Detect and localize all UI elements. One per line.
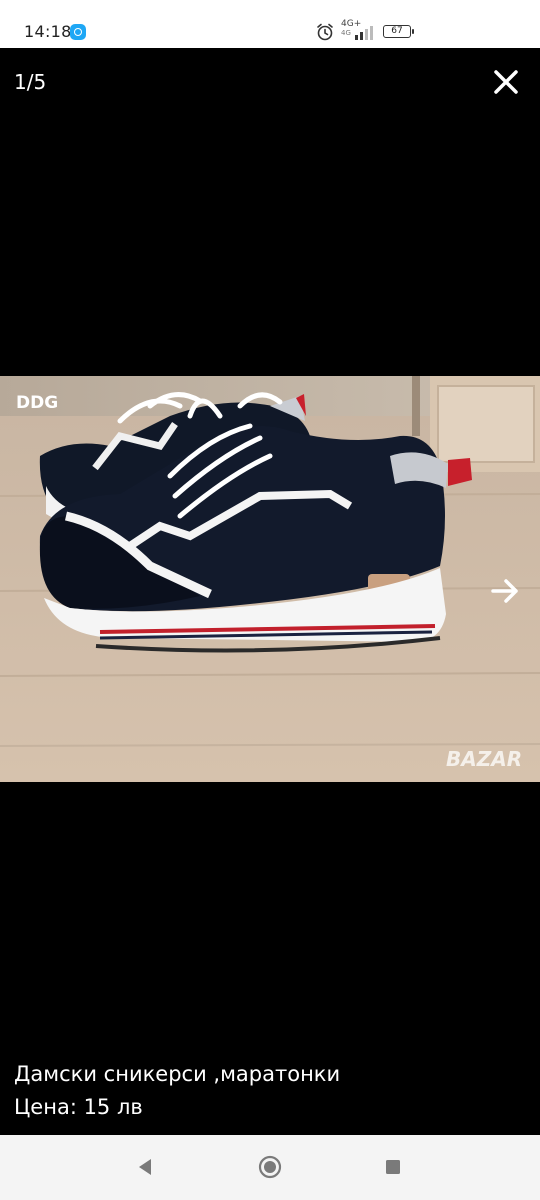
messenger-icon [70, 24, 86, 40]
listing-price: Цена: 15 лв [14, 1095, 143, 1119]
overlay-label: DDG [16, 393, 58, 413]
signal-icon [355, 26, 373, 40]
home-icon[interactable] [258, 1155, 282, 1179]
listing-caption: Дамски сникерси ,маратонки Цена: 15 лв [14, 1058, 340, 1124]
recent-apps-icon[interactable] [385, 1159, 401, 1175]
sneaker-photo: DDG BAZAR [0, 376, 540, 782]
image-counter: 1/5 [14, 70, 47, 94]
bazar-watermark: BAZAR [446, 747, 522, 771]
battery-indicator: 67 [383, 25, 414, 38]
status-time: 14:18 [24, 22, 72, 41]
status-bar: 14:18 4G+ 4G 67 [0, 0, 540, 48]
product-photo[interactable]: DDG BAZAR [0, 376, 540, 782]
system-nav-bar [0, 1135, 540, 1200]
back-icon[interactable] [135, 1157, 155, 1177]
listing-title: Дамски сникерси ,маратонки [14, 1062, 341, 1086]
alarm-icon [317, 23, 333, 41]
close-icon[interactable] [488, 64, 524, 100]
arrow-right-icon[interactable] [486, 572, 524, 610]
